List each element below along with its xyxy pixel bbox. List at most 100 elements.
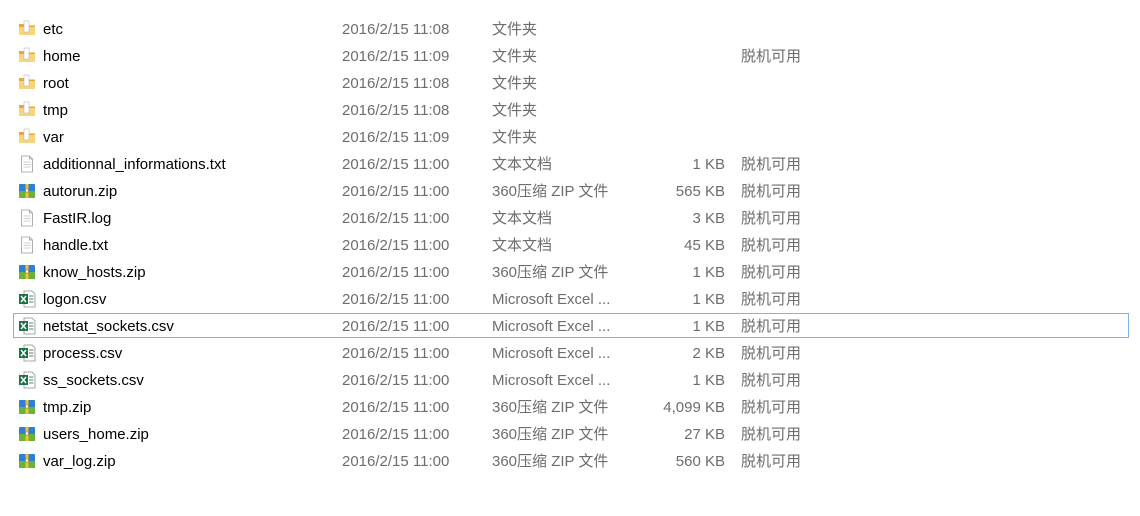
file-name: logon.csv bbox=[43, 291, 107, 308]
file-type: Microsoft Excel ... bbox=[492, 345, 611, 362]
file-modified-date: 2016/2/15 11:00 bbox=[342, 156, 450, 173]
excel-csv-icon bbox=[18, 290, 36, 308]
file-modified-date: 2016/2/15 11:00 bbox=[342, 237, 450, 254]
file-name: netstat_sockets.csv bbox=[43, 318, 174, 335]
file-row[interactable]: handle.txt 2016/2/15 11:00 文本文档 45 KB 脱机可用 bbox=[0, 232, 1140, 259]
file-name: know_hosts.zip bbox=[43, 264, 146, 281]
file-type: 文件夹 bbox=[492, 75, 538, 92]
file-row[interactable]: additionnal_informations.txt 2016/2/15 11… bbox=[0, 151, 1140, 178]
file-row[interactable]: var_log.zip 2016/2/15 11:00 360压缩 ZIP 文件 56… bbox=[0, 448, 1140, 475]
file-name: tmp.zip bbox=[43, 399, 92, 416]
file-name: users_home.zip bbox=[43, 426, 149, 443]
file-size: 1 KB bbox=[692, 156, 725, 173]
file-type: 360压缩 ZIP 文件 bbox=[492, 426, 609, 443]
file-modified-date: 2016/2/15 11:00 bbox=[342, 399, 450, 416]
file-availability-status: 脱机可用 bbox=[741, 291, 802, 308]
file-type: 360压缩 ZIP 文件 bbox=[492, 183, 609, 200]
file-row[interactable]: users_home.zip 2016/2/15 11:00 360压缩 ZIP 文… bbox=[0, 421, 1140, 448]
file-size bbox=[625, 124, 725, 151]
file-type: 文本文档 bbox=[492, 237, 553, 254]
file-row-selected[interactable]: netstat_sockets.csv 2016/2/15 11:00 Micros… bbox=[0, 313, 1140, 340]
file-size bbox=[625, 16, 725, 43]
file-list: etc 2016/2/15 11:08 文件夹 home 2016/2/15 11:09… bbox=[0, 16, 1140, 475]
file-modified-date: 2016/2/15 11:00 bbox=[342, 210, 450, 227]
zip-archive-icon bbox=[18, 263, 36, 281]
file-name: home bbox=[43, 48, 81, 65]
file-size: 27 KB bbox=[684, 426, 725, 443]
file-size: 1 KB bbox=[692, 372, 725, 389]
text-file-icon bbox=[18, 236, 36, 254]
file-name: process.csv bbox=[43, 345, 123, 362]
file-size: 1 KB bbox=[692, 264, 725, 281]
file-availability-status: 脱机可用 bbox=[741, 399, 802, 416]
file-row[interactable]: tmp.zip 2016/2/15 11:00 360压缩 ZIP 文件 4,099 … bbox=[0, 394, 1140, 421]
file-name: var bbox=[43, 129, 64, 146]
file-type: 文件夹 bbox=[492, 102, 538, 119]
file-row[interactable]: logon.csv 2016/2/15 11:00 Microsoft Excel … bbox=[0, 286, 1140, 313]
file-name: FastIR.log bbox=[43, 210, 112, 227]
folder-icon bbox=[18, 74, 36, 92]
file-size: 560 KB bbox=[675, 453, 725, 470]
file-type: Microsoft Excel ... bbox=[492, 372, 611, 389]
file-name: root bbox=[43, 75, 69, 92]
file-size: 565 KB bbox=[675, 183, 725, 200]
file-row[interactable]: home 2016/2/15 11:09 文件夹 脱机可用 bbox=[0, 43, 1140, 70]
file-modified-date: 2016/2/15 11:08 bbox=[342, 21, 450, 38]
file-name: autorun.zip bbox=[43, 183, 118, 200]
folder-icon bbox=[18, 20, 36, 38]
file-row[interactable]: know_hosts.zip 2016/2/15 11:00 360压缩 ZIP 文… bbox=[0, 259, 1140, 286]
file-modified-date: 2016/2/15 11:00 bbox=[342, 453, 450, 470]
file-type: 文件夹 bbox=[492, 21, 538, 38]
file-row[interactable]: autorun.zip 2016/2/15 11:00 360压缩 ZIP 文件 56… bbox=[0, 178, 1140, 205]
file-row[interactable]: FastIR.log 2016/2/15 11:00 文本文档 3 KB 脱机可用 bbox=[0, 205, 1140, 232]
file-name: var_log.zip bbox=[43, 453, 116, 470]
file-availability-status: 脱机可用 bbox=[741, 318, 802, 335]
file-modified-date: 2016/2/15 11:09 bbox=[342, 48, 450, 65]
file-availability-status: 脱机可用 bbox=[741, 453, 802, 470]
file-name: handle.txt bbox=[43, 237, 109, 254]
file-type: 360压缩 ZIP 文件 bbox=[492, 399, 609, 416]
file-modified-date: 2016/2/15 11:08 bbox=[342, 75, 450, 92]
file-size: 4,099 KB bbox=[663, 399, 725, 416]
file-size: 2 KB bbox=[692, 345, 725, 362]
file-type: 文件夹 bbox=[492, 48, 538, 65]
zip-archive-icon bbox=[18, 398, 36, 416]
file-size: 1 KB bbox=[692, 291, 725, 308]
file-availability-status: 脱机可用 bbox=[741, 264, 802, 281]
file-row[interactable]: tmp 2016/2/15 11:08 文件夹 bbox=[0, 97, 1140, 124]
file-row[interactable]: etc 2016/2/15 11:08 文件夹 bbox=[0, 16, 1140, 43]
file-modified-date: 2016/2/15 11:00 bbox=[342, 264, 450, 281]
file-name: ss_sockets.csv bbox=[43, 372, 144, 389]
zip-archive-icon bbox=[18, 452, 36, 470]
file-availability-status: 脱机可用 bbox=[741, 156, 802, 173]
file-availability-status: 脱机可用 bbox=[741, 237, 802, 254]
file-modified-date: 2016/2/15 11:00 bbox=[342, 318, 450, 335]
file-type: 文本文档 bbox=[492, 210, 553, 227]
text-file-icon bbox=[18, 209, 36, 227]
file-size: 3 KB bbox=[692, 210, 725, 227]
file-type: 360压缩 ZIP 文件 bbox=[492, 453, 609, 470]
file-row[interactable]: process.csv 2016/2/15 11:00 Microsoft Exce… bbox=[0, 340, 1140, 367]
file-type: 文件夹 bbox=[492, 129, 538, 146]
file-type: 360压缩 ZIP 文件 bbox=[492, 264, 609, 281]
folder-icon bbox=[18, 101, 36, 119]
file-modified-date: 2016/2/15 11:00 bbox=[342, 183, 450, 200]
file-name: etc bbox=[43, 21, 64, 38]
file-availability-status: 脱机可用 bbox=[741, 210, 802, 227]
file-availability-status: 脱机可用 bbox=[741, 183, 802, 200]
file-modified-date: 2016/2/15 11:00 bbox=[342, 291, 450, 308]
file-modified-date: 2016/2/15 11:08 bbox=[342, 102, 450, 119]
file-row[interactable]: root 2016/2/15 11:08 文件夹 bbox=[0, 70, 1140, 97]
file-type: Microsoft Excel ... bbox=[492, 291, 611, 308]
file-modified-date: 2016/2/15 11:00 bbox=[342, 345, 450, 362]
file-modified-date: 2016/2/15 11:09 bbox=[342, 129, 450, 146]
file-size bbox=[625, 43, 725, 70]
excel-csv-icon bbox=[18, 317, 36, 335]
file-row[interactable]: var 2016/2/15 11:09 文件夹 bbox=[0, 124, 1140, 151]
file-availability-status: 脱机可用 bbox=[741, 372, 802, 389]
zip-archive-icon bbox=[18, 425, 36, 443]
file-name: additionnal_informations.txt bbox=[43, 156, 226, 173]
file-row[interactable]: ss_sockets.csv 2016/2/15 11:00 Microsoft E… bbox=[0, 367, 1140, 394]
folder-icon bbox=[18, 47, 36, 65]
file-modified-date: 2016/2/15 11:00 bbox=[342, 372, 450, 389]
